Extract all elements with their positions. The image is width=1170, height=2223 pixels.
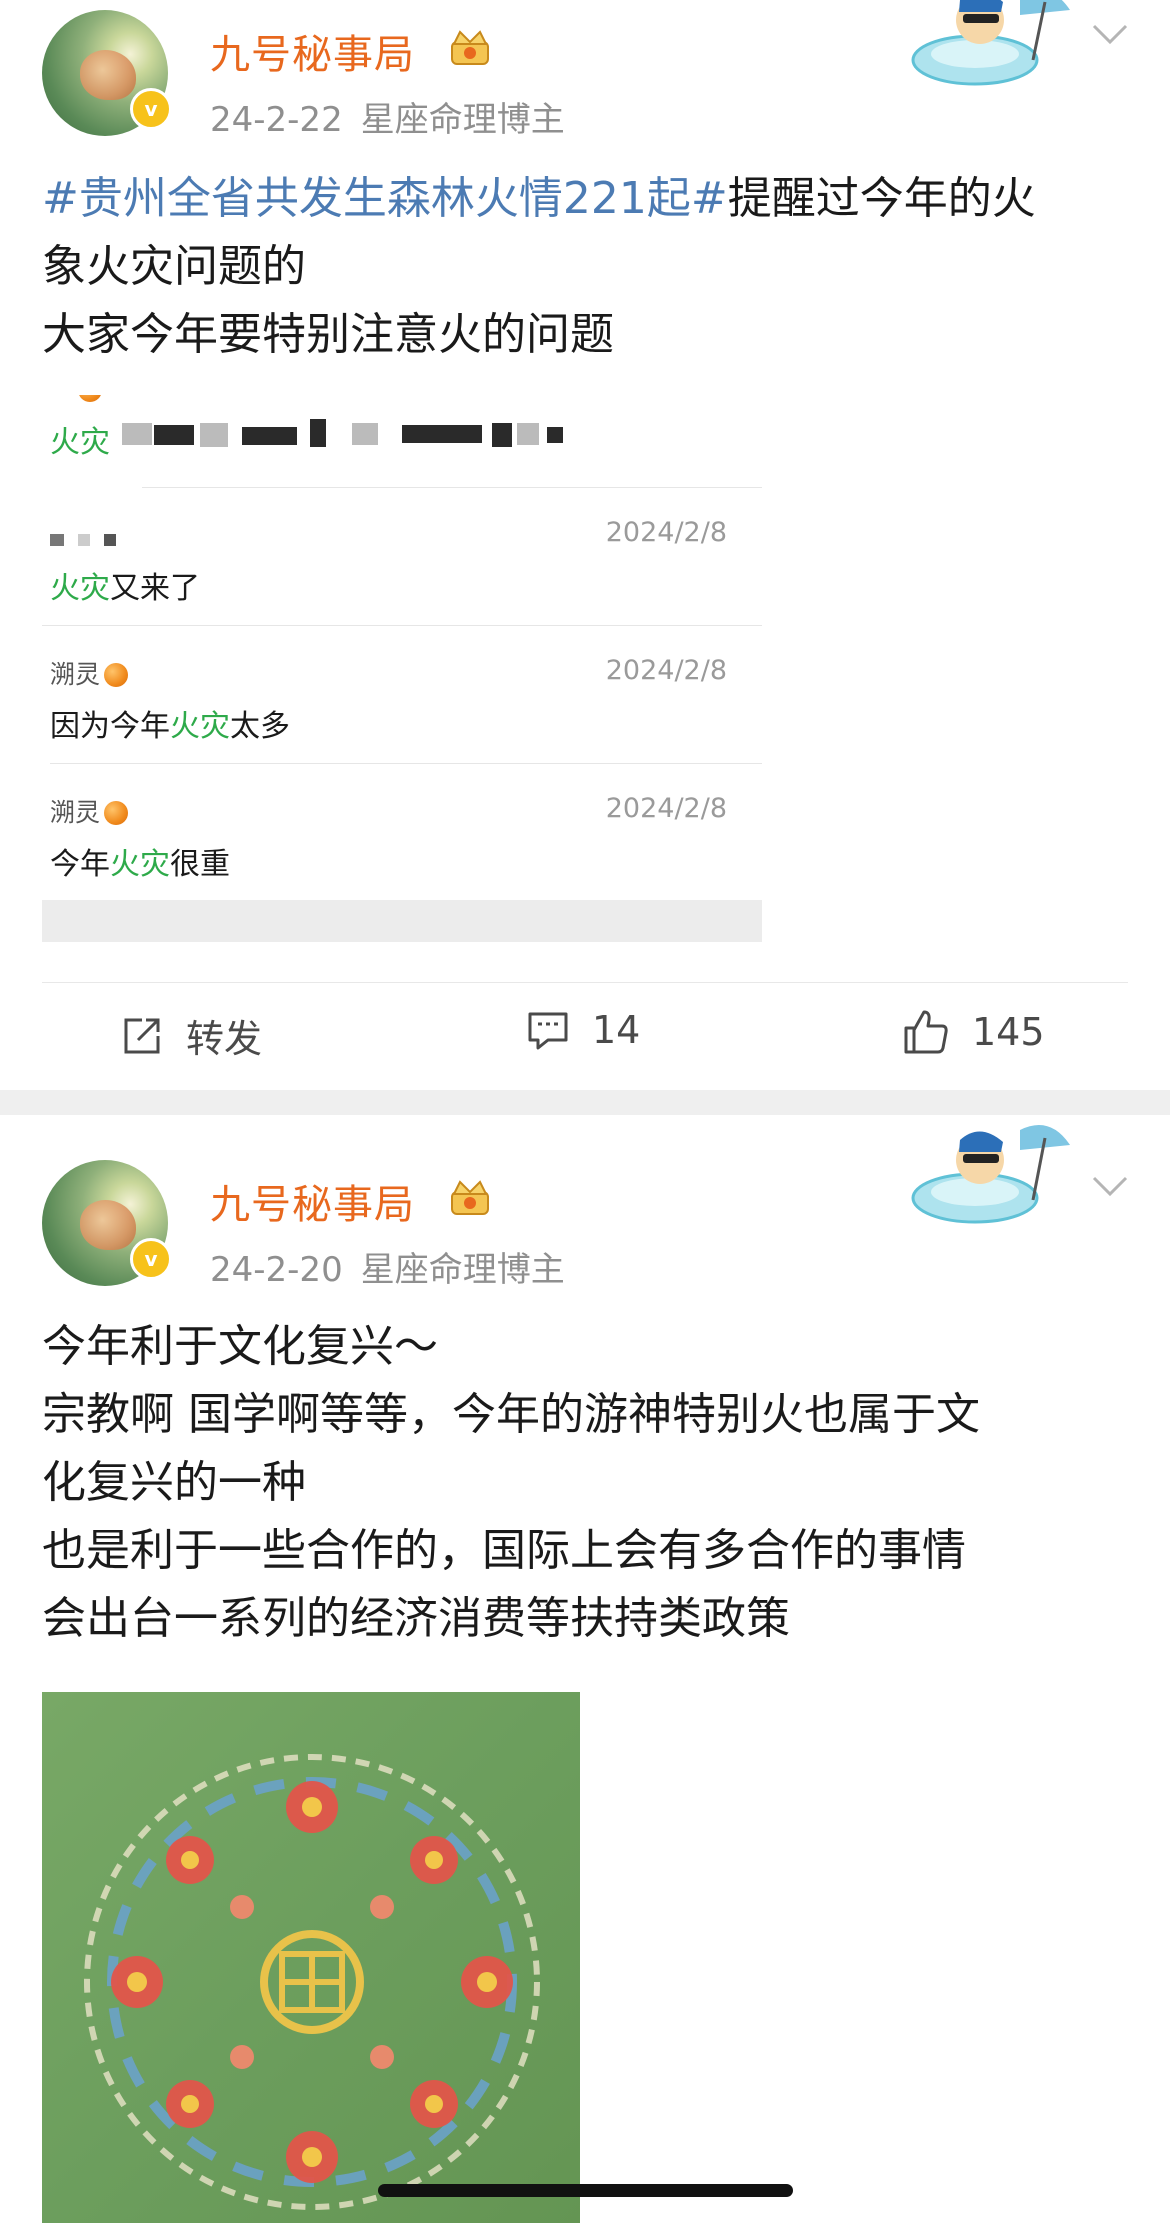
- screenshot-footer-bar: [42, 900, 762, 942]
- username[interactable]: 九号秘事局: [210, 1172, 415, 1230]
- post-text-line: 化复兴的一种: [42, 1457, 306, 1508]
- like-count: 145: [972, 1010, 1045, 1054]
- comment-row-partial: ·· 火灾: [42, 395, 762, 475]
- avatar-image: [80, 1200, 136, 1250]
- repost-label: 转发: [186, 1017, 263, 1061]
- home-indicator[interactable]: [378, 2184, 793, 2197]
- comment-row: 溯灵 2024/2/8 因为今年火灾太多: [42, 625, 762, 763]
- orange-emoji-icon: [104, 801, 129, 825]
- comment-text: 火灾又来了: [50, 571, 200, 606]
- repost-button[interactable]: 转发: [120, 1008, 262, 1063]
- divider: [42, 982, 1128, 983]
- sticker-icon: [911, 0, 1070, 86]
- comment-row: 溯灵 2024/2/8 今年火灾很重: [42, 763, 762, 901]
- post-text: #贵州全省共发生森林火情221起#提醒过今年的火 象火灾问题的 大家今年要特别注…: [42, 165, 1142, 369]
- post-meta: 24-2-22 星座命理博主: [210, 92, 565, 141]
- post-text-line: 宗教啊 国学啊等等，今年的游神特别火也属于文: [42, 1389, 980, 1440]
- comment-row: 2024/2/8 火灾又来了: [42, 487, 762, 625]
- avatar-image: [80, 50, 136, 100]
- comment-text: 因为今年火灾太多: [50, 709, 290, 744]
- post-text-line: 会出台一系列的经济消费等扶持类政策: [42, 1593, 790, 1644]
- avatar[interactable]: v: [42, 10, 172, 136]
- orange-emoji-icon: [77, 395, 102, 402]
- post-text-line: 象火灾问题的: [42, 241, 306, 292]
- comment-keyword: 火灾: [50, 425, 110, 460]
- comment-author-blurred: [50, 523, 116, 552]
- post-text-line: 提醒过今年的火: [727, 173, 1036, 224]
- post-text-line: 也是利于一些合作的，国际上会有多合作的事情: [42, 1525, 966, 1576]
- comment-date: 2024/2/8: [605, 793, 727, 824]
- crown-icon: [451, 1180, 489, 1215]
- post-source: 星座命理博主: [360, 1250, 565, 1290]
- comment-icon: [528, 1012, 568, 1050]
- orange-emoji-icon: [104, 663, 129, 687]
- post-meta: 24-2-20 星座命理博主: [210, 1242, 565, 1291]
- comment-author: 溯灵: [50, 655, 129, 691]
- sticker-icon: [911, 1125, 1070, 1224]
- chevron-down-icon[interactable]: [1090, 20, 1130, 50]
- post-source: 星座命理博主: [360, 100, 565, 140]
- post-text-line: 大家今年要特别注意火的问题: [42, 309, 614, 360]
- hashtag-link[interactable]: #贵州全省共发生森林火情221起#: [42, 173, 728, 224]
- comment-date: 2024/2/8: [605, 655, 727, 686]
- verified-badge-icon: v: [130, 1238, 172, 1280]
- post-image[interactable]: [42, 1692, 580, 2223]
- chevron-down-icon[interactable]: [1090, 1172, 1130, 1202]
- post-date: 24-2-22: [210, 100, 343, 140]
- comment-text: 今年火灾很重: [50, 847, 230, 882]
- embroidery-pattern-image: [84, 1754, 540, 2210]
- post-text: 今年利于文化复兴～ 宗教啊 国学啊等等，今年的游神特别火也属于文 化复兴的一种 …: [42, 1313, 1142, 1653]
- avatar[interactable]: v: [42, 1160, 172, 1286]
- username[interactable]: 九号秘事局: [210, 22, 415, 80]
- like-icon: [904, 1010, 948, 1054]
- comment-count: 14: [592, 1008, 641, 1052]
- post-date: 24-2-20: [210, 1250, 343, 1290]
- comment-author: 溯灵: [50, 793, 129, 829]
- post-1: v 九号秘事局 24-2-22 星座命理博主 #贵州全省共发生森林火情221起#提…: [0, 0, 1170, 1090]
- comment-date: 2024/2/8: [605, 517, 727, 548]
- crown-icon: [451, 30, 489, 65]
- post-text-line: 今年利于文化复兴～: [42, 1321, 438, 1372]
- like-button[interactable]: 145: [902, 1008, 1045, 1056]
- repost-icon: [124, 1018, 160, 1053]
- verified-badge-icon: v: [130, 88, 172, 130]
- comment-button[interactable]: 14: [526, 1008, 640, 1052]
- embedded-comment-screenshot[interactable]: ·· 火灾 2024/2/8 火灾又来了 溯灵: [42, 395, 762, 945]
